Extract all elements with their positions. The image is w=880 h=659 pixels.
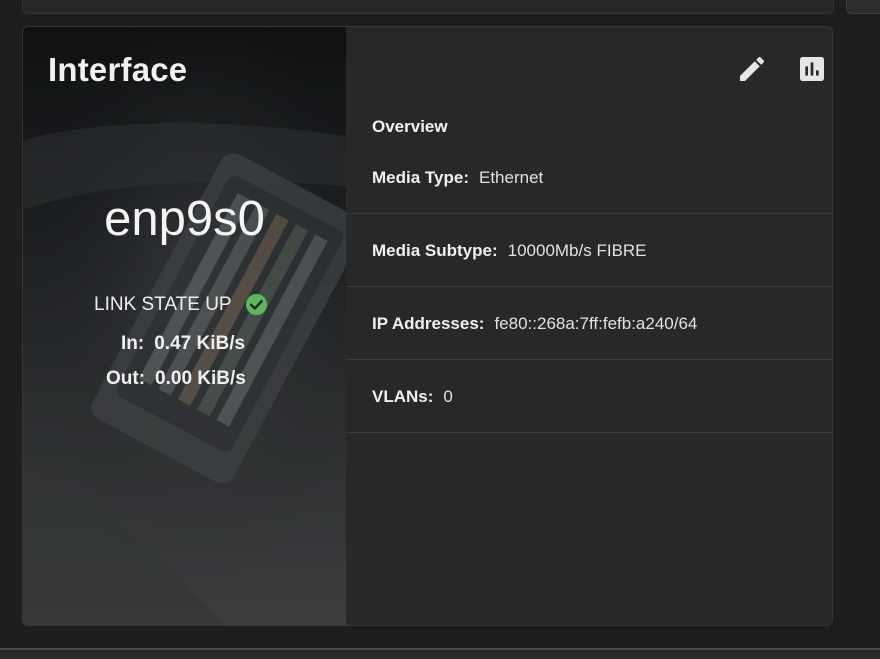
edit-button[interactable] [735,52,769,86]
traffic-out-value: 0.00 KiB/s [155,368,246,389]
card-title: Interface [48,51,188,88]
media-type-label: Media Type: [372,168,469,187]
ip-addresses-label: IP Addresses: [372,314,485,333]
previous-card [22,0,834,14]
link-state: LINK STATE UP [94,293,268,316]
reports-button[interactable] [795,52,829,86]
ethernet-cable-background [23,27,346,625]
adjacent-card [846,0,880,14]
traffic-out: Out: 0.00 KiB/s [106,368,246,390]
traffic-in-label: In: [121,333,145,354]
media-type-value: Ethernet [478,168,544,187]
bottom-scroll-strip [0,648,880,659]
check-circle-icon [245,293,268,316]
interface-card: Interface enp9s0 LINK STATE UP In: 0.47 K… [22,26,833,626]
vlans-label: VLANs: [372,387,434,406]
traffic-out-label: Out: [106,368,146,389]
overview-title: Overview [372,117,448,136]
vlans-value: 0 [443,387,453,406]
row-divider [346,213,832,214]
media-subtype-value: 10000Mb/s FIBRE [507,241,647,260]
interface-summary-panel: Interface enp9s0 LINK STATE UP In: 0.47 K… [23,27,346,625]
row-divider [346,432,832,433]
interface-name: enp9s0 [104,192,265,246]
ip-addresses-value: fe80::268a:7ff:fefb:a240/64 [494,314,698,333]
row-divider [346,286,832,287]
traffic-in: In: 0.47 KiB/s [121,333,245,355]
traffic-in-value: 0.47 KiB/s [154,333,246,354]
pencil-icon [740,56,765,81]
overview-panel: Overview Media Type: Ethernet Media Subty… [346,27,832,625]
link-state-label: LINK STATE UP [94,293,232,315]
media-subtype-label: Media Subtype: [372,241,498,260]
bar-chart-icon [800,57,824,81]
row-divider [346,359,832,360]
